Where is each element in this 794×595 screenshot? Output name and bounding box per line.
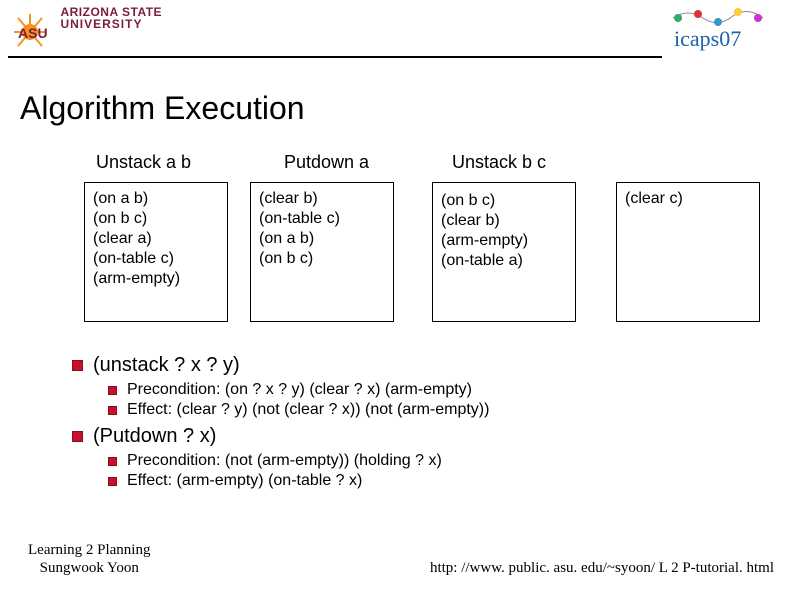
icaps-text: icaps07 bbox=[674, 26, 741, 51]
header-divider bbox=[8, 56, 662, 58]
footer-left-line1: Learning 2 Planning bbox=[28, 541, 150, 559]
state3-l4: (on-table a) bbox=[441, 251, 567, 271]
slide-title: Algorithm Execution bbox=[20, 90, 305, 127]
putdown-heading: (Putdown ? x) bbox=[72, 425, 732, 448]
state4-l1: (clear c) bbox=[625, 189, 751, 209]
unstack-effect: Effect: (clear ? y) (not (clear ? x)) (n… bbox=[108, 401, 732, 419]
state1-l3: (clear a) bbox=[93, 229, 219, 249]
bullet-icon bbox=[72, 431, 83, 442]
unstack-head-text: (unstack ? x ? y) bbox=[93, 354, 240, 377]
asu-sunburst-icon: ASU bbox=[8, 6, 52, 55]
state3-l1: (on b c) bbox=[441, 191, 567, 211]
state-box-3: (on b c) (clear b) (arm-empty) (on-table… bbox=[432, 182, 576, 322]
step-label-unstack-bc: Unstack b c bbox=[452, 152, 546, 173]
footer-url: http: //www. public. asu. edu/~syoon/ L … bbox=[430, 560, 774, 577]
state2-l3: (on a b) bbox=[259, 229, 385, 249]
state1-l5: (arm-empty) bbox=[93, 269, 219, 289]
step-label-putdown-a: Putdown a bbox=[284, 152, 369, 173]
bullet-icon bbox=[108, 457, 117, 466]
putdown-precondition: Precondition: (not (arm-empty)) (holding… bbox=[108, 452, 732, 470]
putdown-pre-text: Precondition: (not (arm-empty)) (holding… bbox=[127, 452, 442, 470]
asu-logo: ASU ARIZONA STATE UNIVERSITY bbox=[8, 6, 208, 54]
unstack-heading: (unstack ? x ? y) bbox=[72, 354, 732, 377]
action-definitions: (unstack ? x ? y) Precondition: (on ? x … bbox=[72, 348, 732, 492]
bullet-icon bbox=[108, 406, 117, 415]
state-box-2: (clear b) (on-table c) (on a b) (on b c) bbox=[250, 182, 394, 322]
state2-l2: (on-table c) bbox=[259, 209, 385, 229]
svg-text:ASU: ASU bbox=[18, 25, 48, 41]
slide: ASU ARIZONA STATE UNIVERSITY icaps07 Alg… bbox=[0, 0, 794, 595]
state1-l4: (on-table c) bbox=[93, 249, 219, 269]
state-box-4: (clear c) bbox=[616, 182, 760, 322]
state3-l2: (clear b) bbox=[441, 211, 567, 231]
bullet-icon bbox=[108, 477, 117, 486]
state1-l1: (on a b) bbox=[93, 189, 219, 209]
unstack-precondition: Precondition: (on ? x ? y) (clear ? x) (… bbox=[108, 381, 732, 399]
state2-l1: (clear b) bbox=[259, 189, 385, 209]
state2-l4: (on b c) bbox=[259, 249, 385, 269]
asu-line2: UNIVERSITY bbox=[60, 18, 162, 30]
unstack-pre-text: Precondition: (on ? x ? y) (clear ? x) (… bbox=[127, 381, 472, 399]
putdown-effect: Effect: (arm-empty) (on-table ? x) bbox=[108, 472, 732, 490]
step-label-unstack-ab: Unstack a b bbox=[96, 152, 191, 173]
unstack-eff-text: Effect: (clear ? y) (not (clear ? x)) (n… bbox=[127, 401, 489, 419]
bullet-icon bbox=[72, 360, 83, 371]
state3-l3: (arm-empty) bbox=[441, 231, 567, 251]
state1-l2: (on b c) bbox=[93, 209, 219, 229]
footer-left-line2: Sungwook Yoon bbox=[28, 559, 150, 577]
state-box-1: (on a b) (on b c) (clear a) (on-table c)… bbox=[84, 182, 228, 322]
footer-author: Learning 2 Planning Sungwook Yoon bbox=[28, 541, 150, 577]
putdown-head-text: (Putdown ? x) bbox=[93, 425, 216, 448]
asu-wordmark: ARIZONA STATE UNIVERSITY bbox=[60, 6, 162, 30]
putdown-eff-text: Effect: (arm-empty) (on-table ? x) bbox=[127, 472, 362, 490]
bullet-icon bbox=[108, 386, 117, 395]
icaps-logo: icaps07 bbox=[668, 4, 788, 54]
